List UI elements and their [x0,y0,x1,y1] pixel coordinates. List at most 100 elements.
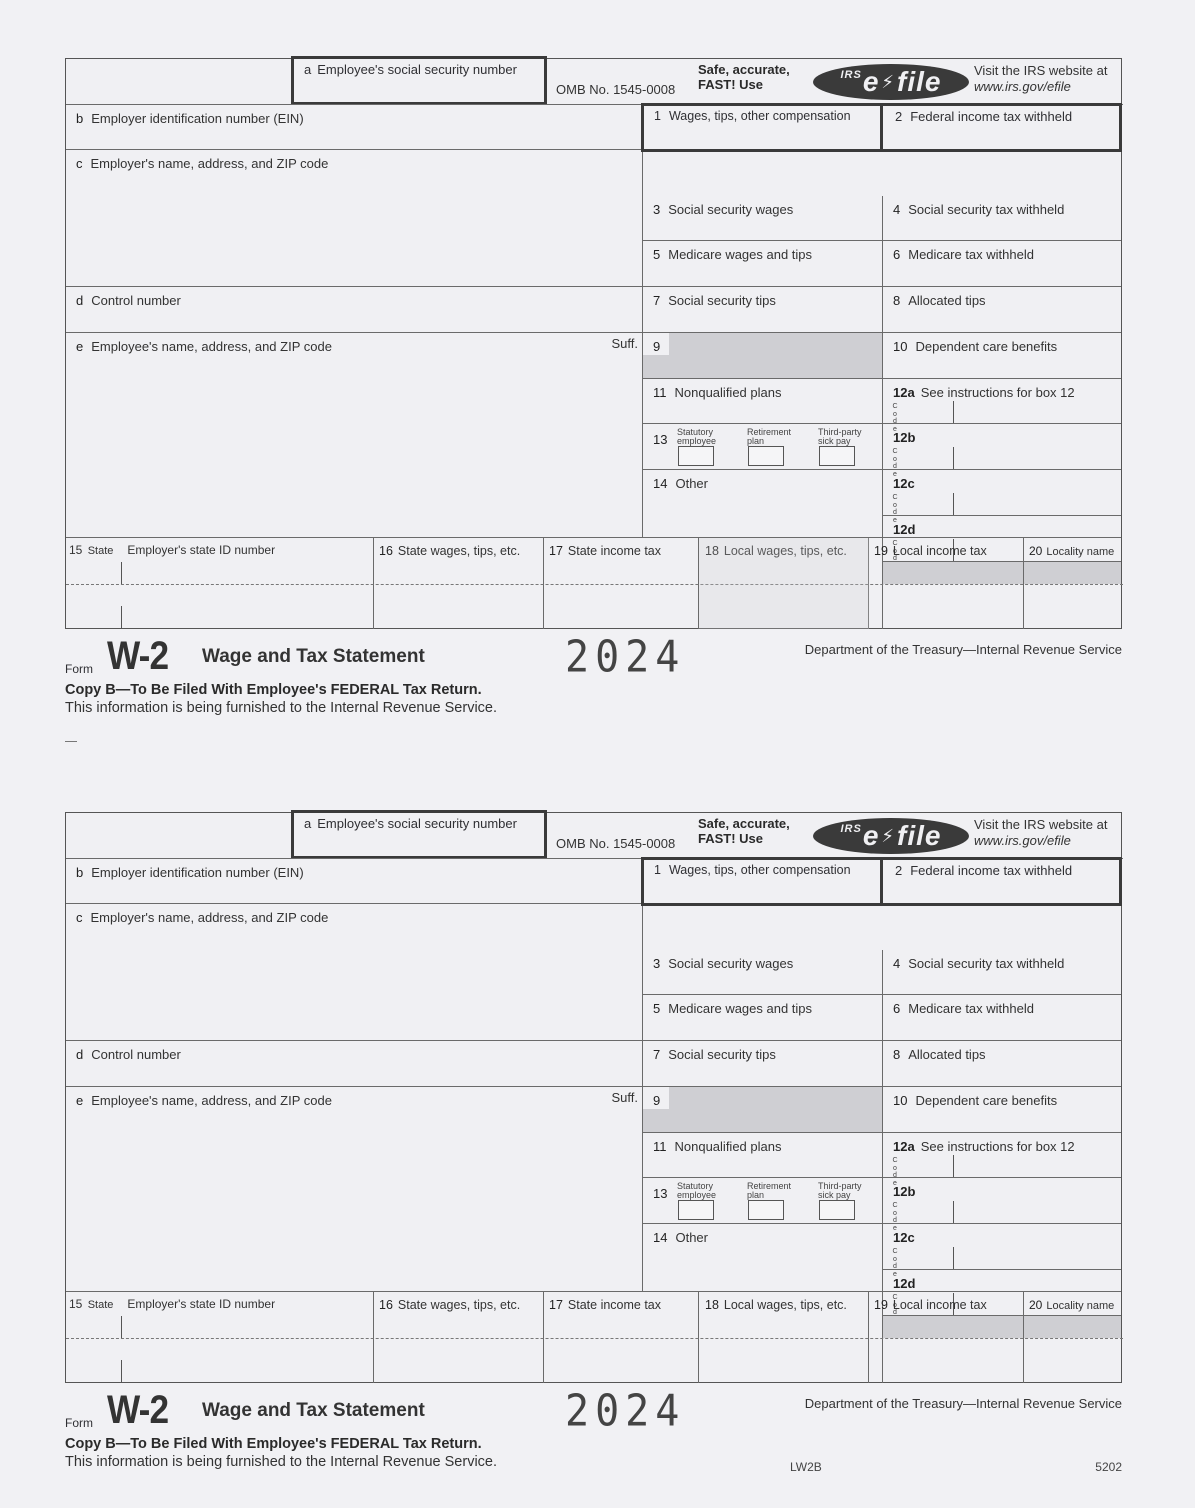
text-header-visit-line1: Visit the IRS website at [974,63,1108,78]
box-4[interactable]: 4 Social security tax withheld [883,196,1121,241]
retirement-plan-checkbox[interactable] [748,1200,784,1220]
form-element [121,1360,122,1382]
text-b19-label: Local income tax [892,544,987,558]
box-3[interactable]: 3 Social security wages [643,950,883,995]
form-element: 10 Dependent care benefits [893,1093,1057,1108]
text-header-visit-line1: Visit the IRS website at [974,817,1108,832]
irs-website-link[interactable]: www.irs.gov/efile [974,79,1071,94]
text-b13-num: 13 [653,432,668,447]
text-b-letter: b [76,111,84,126]
text-b4-num: 4 [893,202,901,217]
text-state-row-b15-state: State [87,1299,114,1311]
third-party-sick-pay-checkbox[interactable] [819,446,855,466]
statutory-employee-checkbox[interactable] [678,1200,714,1220]
text-b20-num: 20 [1029,544,1043,558]
box-12c[interactable]: 12c C o d e [883,470,1121,524]
form-element [121,562,122,584]
box-d-control-number[interactable]: d Control number [66,1041,643,1087]
form-element: 14 Other [653,476,708,491]
box-d-control-number[interactable]: d Control number [66,287,643,333]
box-12a[interactable]: 12a See instructions for box 12 C o d e [883,379,1121,433]
box-5[interactable]: 5 Medicare wages and tips [643,995,883,1041]
box-11[interactable]: 11 Nonqualified plans [643,1133,883,1178]
box-8[interactable]: 8 Allocated tips [883,1041,1121,1087]
agency-name: Department of the Treasury—Internal Reve… [804,642,1122,657]
text-b12c-num: 12c [893,1230,915,1245]
text-b8-label: Allocated tips [908,1047,986,1062]
w2-form-grid: a Employee's social security number OMB N… [65,810,1123,1383]
form-name: W-2 [107,634,169,678]
box-11[interactable]: 11 Nonqualified plans [643,379,883,424]
box-a-ssn[interactable]: a Employee's social security number [291,56,547,105]
form-element: d Control number [76,1047,181,1062]
statutory-employee-checkbox[interactable] [678,446,714,466]
form-element: 5 Medicare wages and tips [653,247,812,262]
box-9: 9 [643,1087,883,1133]
form-element [643,1109,669,1132]
box-2[interactable]: 2 Federal income tax withheld [880,103,1122,152]
box-12b[interactable]: 12b C o d e [883,424,1121,478]
box-1[interactable]: 1 Wages, tips, other compensation [641,857,883,906]
text-b19-label: Local income tax [892,1298,987,1312]
text-b16-num: 16 [379,1298,393,1312]
box-5[interactable]: 5 Medicare wages and tips [643,241,883,287]
text-b-letter: b [76,865,84,880]
box-7[interactable]: 7 Social security tips [643,287,883,333]
text-b1-num: 1 [654,109,661,123]
third-party-sick-pay-checkbox[interactable] [819,1200,855,1220]
text-e-letter: e [76,339,84,354]
box-6[interactable]: 6 Medicare tax withheld [883,995,1121,1041]
text-b14-num: 14 [653,476,668,491]
text-e-letter: e [76,1093,84,1108]
box-1[interactable]: 1 Wages, tips, other compensation [641,103,883,152]
form-element: 16 State wages, tips, etc. [379,1298,520,1312]
irs-website-link[interactable]: www.irs.gov/efile [974,833,1071,848]
box-12c[interactable]: 12c C o d e [883,1224,1121,1278]
box-e-employee-name[interactable]: e Employee's name, address, and ZIP code … [66,333,643,538]
form-element: 7 Social security tips [653,293,776,308]
text-b10-label: Dependent care benefits [915,1093,1058,1108]
box-2[interactable]: 2 Federal income tax withheld [880,857,1122,906]
form-element: 10 Dependent care benefits [893,339,1057,354]
efile-tagline: Safe, accurate, FAST! Use [698,816,790,846]
text-b6-label: Medicare tax withheld [908,247,1034,262]
irs-efile-logo: IRS e ⚡ file [813,818,969,854]
text-footer-form-word: Form [65,1416,93,1430]
form-stock-code: LW2B [790,1460,822,1474]
box-b-ein[interactable]: b Employer identification number (EIN) [66,859,643,904]
form-element: 12a See instructions for box 12 [893,1139,1075,1154]
text-b18-num: 18 [705,1298,719,1312]
retirement-plan-checkbox[interactable] [748,446,784,466]
form-element: 13 [653,1186,675,1201]
form-element: e Employee's name, address, and ZIP code [76,339,332,354]
form-element: 9 [653,1093,668,1108]
text-b12b-num: 12b [893,1184,916,1199]
text-state-row-b15-label: Employer's state ID number [127,1297,276,1311]
box-a-ssn[interactable]: a Employee's social security number [291,810,547,859]
form-element [953,447,954,469]
text-header-safe-line1: Safe, accurate, [698,62,790,77]
form-element: 4 Social security tax withheld [893,202,1064,217]
form-element: 1 Wages, tips, other compensation [654,863,851,877]
box-c-employer-name[interactable]: c Employer's name, address, and ZIP code [66,150,643,287]
box-c-employer-name[interactable]: c Employer's name, address, and ZIP code [66,904,643,1041]
text-b12a-label: See instructions for box 12 [920,385,1075,400]
box-7[interactable]: 7 Social security tips [643,1041,883,1087]
text-b5-num: 5 [653,247,661,262]
box-12a[interactable]: 12a See instructions for box 12 C o d e [883,1133,1121,1187]
text-b1-label: Wages, tips, other compensation [668,109,851,123]
box-e-employee-name[interactable]: e Employee's name, address, and ZIP code … [66,1087,643,1292]
box-3[interactable]: 3 Social security wages [643,196,883,241]
box-8[interactable]: 8 Allocated tips [883,287,1121,333]
text-b12d-num: 12d [893,522,916,537]
text-b13-statutory: Statutory employee [677,427,717,446]
box-b-ein[interactable]: b Employer identification number (EIN) [66,105,643,150]
box-10[interactable]: 10 Dependent care benefits [883,1087,1121,1133]
box-6[interactable]: 6 Medicare tax withheld [883,241,1121,287]
form-element: 17 State income tax [549,544,661,558]
box-12b[interactable]: 12b C o d e [883,1178,1121,1232]
box-10[interactable]: 10 Dependent care benefits [883,333,1121,379]
form-element: 12b [893,430,921,445]
box-4[interactable]: 4 Social security tax withheld [883,950,1121,995]
text-d-letter: d [76,293,84,308]
